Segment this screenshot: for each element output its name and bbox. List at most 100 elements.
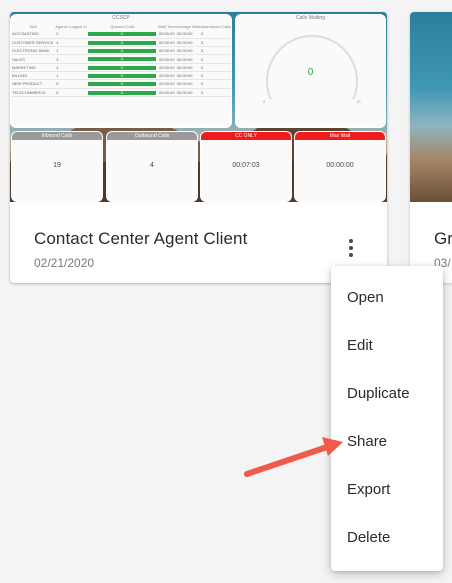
skills-table-cell: 0 — [86, 71, 158, 81]
thumbnail-skills-panel: CCSCP Skill Agents Logged In Queued Call… — [10, 14, 232, 128]
skills-table-cell: 00:00:00 — [175, 30, 201, 39]
skills-table-cell: 0 — [200, 63, 231, 73]
skills-table-cell: 0 — [200, 46, 231, 56]
stat-tile-value: 00:07:03 — [232, 162, 260, 169]
skills-table-cell: 3 — [55, 54, 87, 64]
skills-table-cell: 0 — [55, 79, 87, 89]
skills-table-cell: 00:00:00 — [157, 46, 176, 56]
stat-tile-label: Max Wait — [295, 132, 385, 140]
skills-table-row: BILLING 1 0 00:00:00 00:00:00 0 — [11, 71, 231, 81]
skills-table-cell: 00:00:00 — [157, 79, 176, 89]
stat-tile-outbound-calls: Outbound Calls 4 — [106, 131, 198, 202]
skills-table-cell: 2 — [55, 30, 87, 39]
skills-table-header-row: Skill Agents Logged In Queued Calls Wait… — [11, 22, 231, 30]
stat-tile-value: 4 — [150, 162, 154, 169]
skills-table-cell: 0 — [200, 54, 231, 64]
menu-item-duplicate[interactable]: Duplicate — [331, 370, 443, 418]
skills-table-row: MARKETING 4 0 00:00:00 00:00:00 0 — [11, 63, 231, 73]
skills-table-cell: TELECOMMERCE — [11, 88, 56, 97]
card-2-title[interactable]: Gr — [434, 229, 452, 249]
stat-tile-value: 19 — [53, 162, 61, 169]
skills-table-cell: 0 — [200, 88, 231, 97]
stat-tile-label: Inbound Calls — [12, 132, 102, 140]
dashboard-thumbnail[interactable]: CCSCP Skill Agents Logged In Queued Call… — [10, 12, 387, 202]
skills-table-header: Skill — [29, 23, 37, 29]
gauge-value: 0 — [307, 67, 314, 78]
skills-table-row: ELECTRONIC BANK 1 0 00:00:00 00:00:00 0 — [11, 46, 231, 56]
card-date: 02/21/2020 — [34, 256, 95, 270]
skills-table-cell: 0 — [86, 38, 158, 48]
skills-table-cell: BILLING — [11, 71, 56, 81]
menu-item-delete[interactable]: Delete — [331, 514, 443, 562]
skills-table-cell: 00:00:00 — [175, 63, 201, 73]
stat-tile-label: Outbound Calls — [107, 132, 197, 140]
skills-table-row: SALES 3 0 00:00:00 00:00:00 0 — [11, 54, 231, 64]
menu-item-open[interactable]: Open — [331, 274, 443, 322]
skills-table-cell: 00:00:00 — [175, 38, 201, 48]
skills-panel-title: CCSCP — [112, 15, 130, 21]
skills-table-cell: 0 — [200, 71, 231, 81]
skills-table-body: ACCOUNTING 2 0 00:00:00 00:00:00 0 CUSTOMER SE… — [11, 30, 231, 97]
queued-calls-bar: 0 — [87, 49, 156, 54]
skills-table-header: Abandoned Calls — [200, 23, 231, 29]
skills-table-cell: 0 — [86, 88, 158, 97]
skills-table-header: Agents Logged In — [55, 23, 87, 29]
skills-table-cell: SALES — [11, 54, 56, 64]
skills-table-cell: 0 — [200, 79, 231, 89]
skills-table-row: ACCOUNTING 2 0 00:00:00 00:00:00 0 — [11, 30, 231, 39]
skills-table-cell: 0 — [200, 30, 231, 39]
dashboard-card[interactable]: CCSCP Skill Agents Logged In Queued Call… — [10, 12, 387, 283]
queued-calls-bar: 0 — [87, 82, 156, 87]
skills-table-cell: 1 — [55, 46, 87, 56]
gauge-panel-title: Calls Waiting — [296, 15, 325, 21]
dashboard-thumbnail-2[interactable] — [410, 12, 452, 202]
stat-tile-value: 00:00:00 — [326, 162, 354, 169]
skills-table-cell: ACCOUNTING — [11, 30, 56, 39]
stat-tile-max-wait: Max Wait 00:00:00 — [294, 131, 386, 202]
skills-table-cell: 4 — [55, 63, 87, 73]
skills-table-row: CUSTOMER SERVICE 4 0 00:00:00 00:00:00 0 — [11, 38, 231, 48]
skills-table-cell: 00:00:00 — [175, 54, 201, 64]
menu-item-export[interactable]: Export — [331, 466, 443, 514]
gauge-ring — [266, 35, 358, 100]
skills-table-cell: 00:00:00 — [157, 71, 176, 81]
skills-table-cell: NEW PRODUCT — [11, 79, 56, 89]
queued-calls-bar: 0 — [87, 32, 156, 37]
stat-tile-label: CC ONLY — [201, 132, 291, 140]
dashboard-card-2[interactable]: Gr 03/ — [410, 12, 452, 283]
queued-calls-bar: 0 — [87, 90, 156, 95]
more-vert-icon[interactable] — [339, 236, 363, 260]
stat-tile-inbound-calls: Inbound Calls 19 — [11, 131, 103, 202]
stat-tile-cc-only: CC ONLY 00:07:03 — [200, 131, 292, 202]
menu-item-edit[interactable]: Edit — [331, 322, 443, 370]
skills-table-cell: CUSTOMER SERVICE — [11, 38, 56, 48]
skills-table-header: Average Wait — [176, 23, 200, 29]
card-title[interactable]: Contact Center Agent Client — [34, 229, 247, 249]
skills-table-cell: 00:00:00 — [157, 30, 176, 39]
skills-table-cell: 00:00:00 — [157, 63, 176, 73]
gauge-max-label: 10 — [356, 99, 361, 104]
card-context-menu: Open Edit Duplicate Share Export Delete — [331, 266, 443, 571]
skills-table-header: Wait Time — [158, 23, 176, 29]
queued-calls-bar: 0 — [87, 57, 156, 62]
skills-table: Skill Agents Logged In Queued Calls Wait… — [11, 22, 231, 97]
more-dot — [349, 246, 353, 250]
more-dot — [349, 253, 353, 257]
skills-table-cell: 1 — [55, 71, 87, 81]
skills-table-cell: 00:00:00 — [157, 88, 176, 97]
skills-table-cell: ELECTRONIC BANK — [11, 46, 56, 56]
skills-table-cell: 0 — [86, 63, 158, 73]
skills-table-row: TELECOMMERCE 0 0 00:00:00 00:00:00 0 — [11, 88, 231, 97]
skills-table-row: NEW PRODUCT 0 0 00:00:00 00:00:00 0 — [11, 79, 231, 89]
gauge-min-label: 0 — [263, 99, 266, 104]
skills-table-cell: 00:00:00 — [175, 88, 201, 97]
skills-table-cell: 0 — [200, 38, 231, 48]
queued-calls-bar: 0 — [87, 74, 156, 79]
skills-table-cell: 4 — [55, 38, 87, 48]
skills-table-cell: 0 — [86, 79, 158, 89]
skills-table-header: Queued Calls — [110, 23, 135, 29]
skills-table-cell: 00:00:00 — [157, 54, 176, 64]
menu-item-share[interactable]: Share — [331, 418, 443, 466]
queued-calls-bar: 0 — [87, 65, 156, 70]
skills-table-cell: 00:00:00 — [175, 71, 201, 81]
